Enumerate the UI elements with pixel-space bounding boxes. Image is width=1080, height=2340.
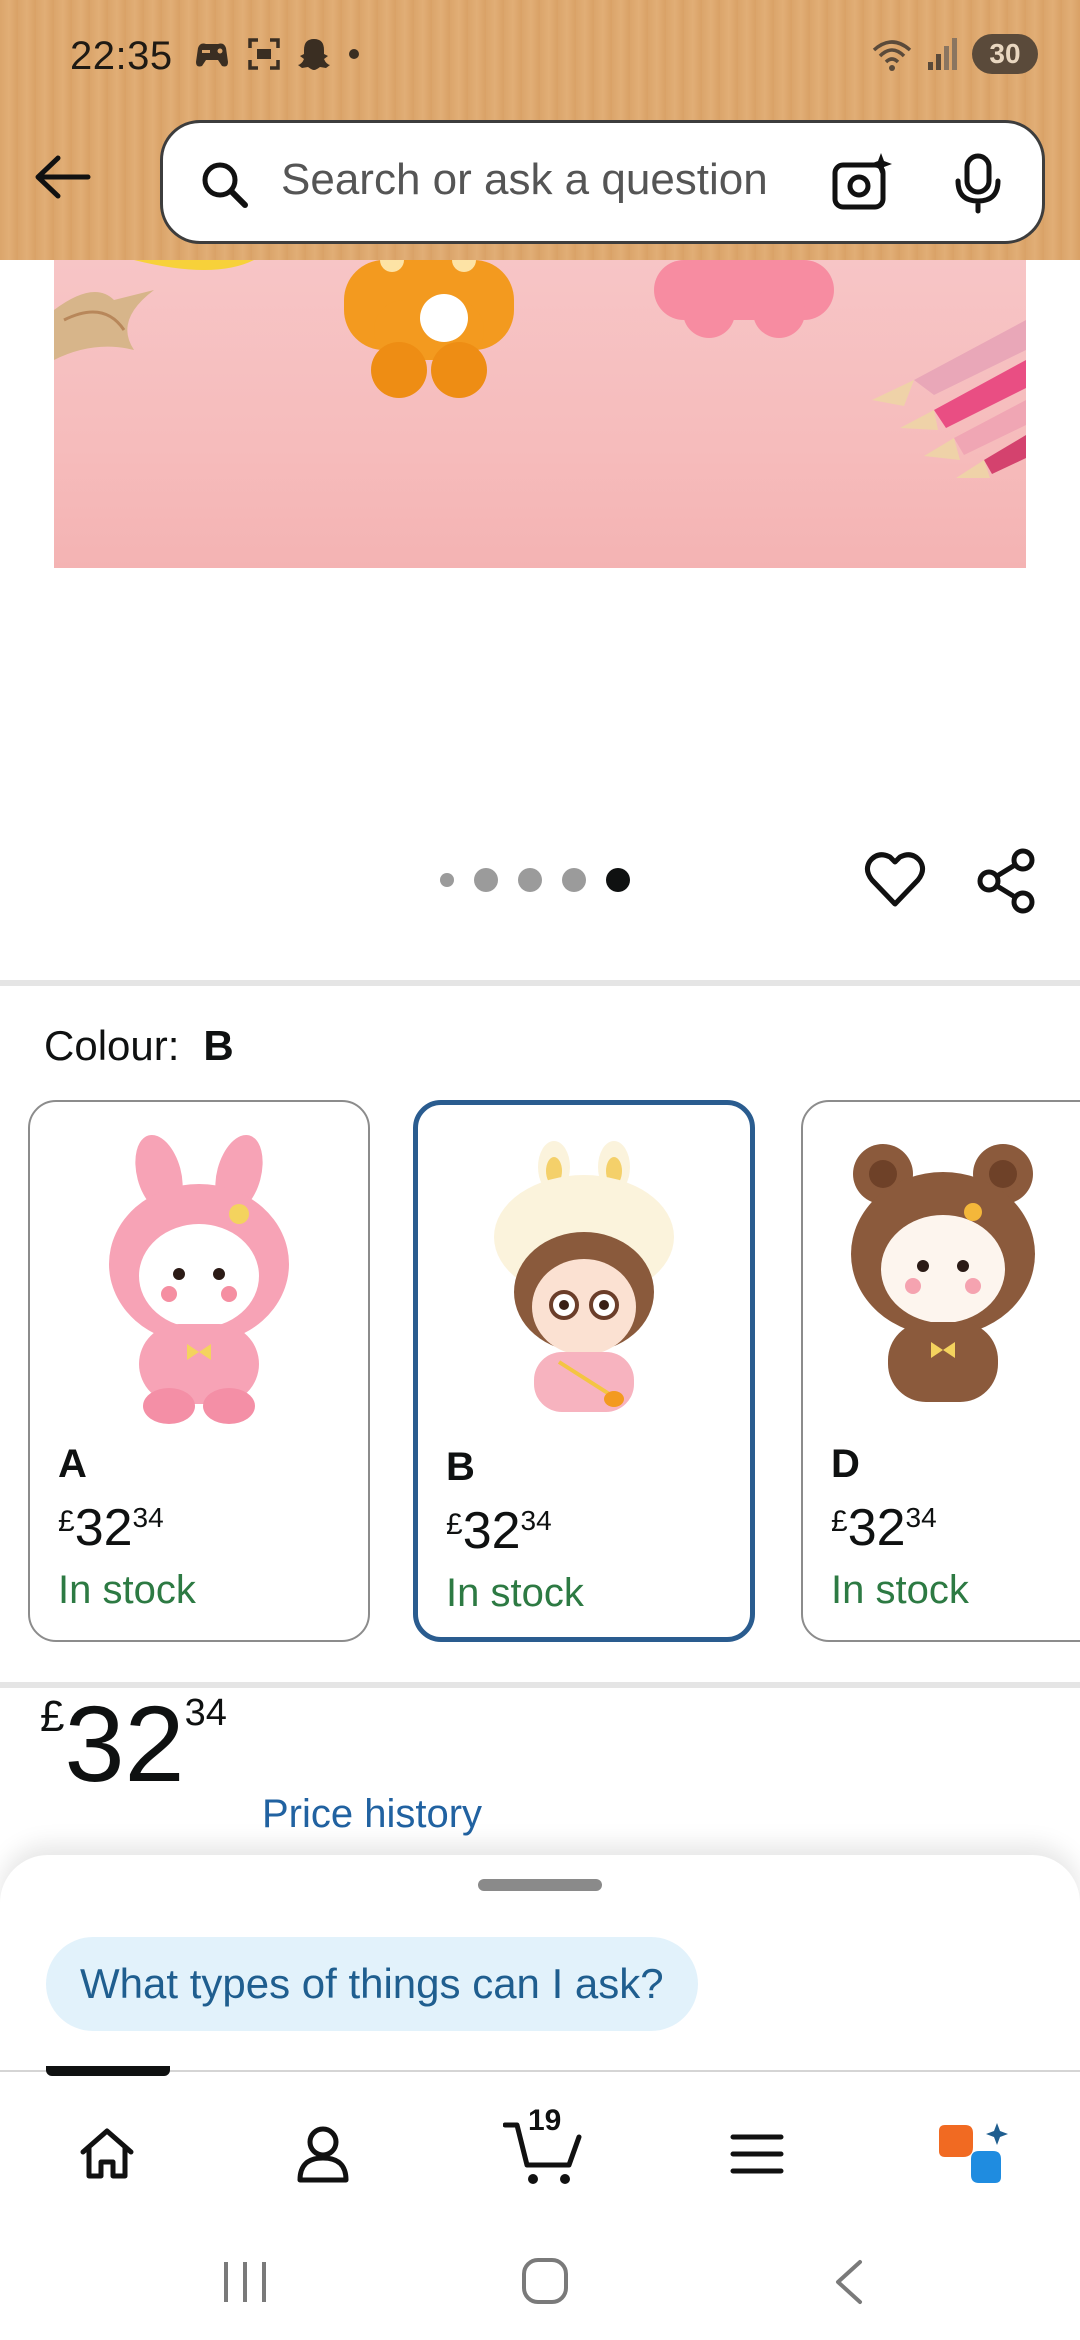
carousel-dot-active: [606, 868, 630, 892]
account-icon: [297, 2126, 349, 2183]
status-icons-right: 30: [870, 34, 1038, 74]
variant-price: £3234: [446, 1501, 552, 1561]
wifi-icon: [872, 40, 912, 71]
heart-icon: [864, 852, 926, 907]
home-system-icon[interactable]: [520, 2256, 570, 2306]
sheet-drag-handle[interactable]: [478, 1879, 602, 1891]
variant-price-fraction: 34: [905, 1502, 937, 1533]
wishlist-button[interactable]: [864, 850, 926, 913]
variant-price-currency: £: [831, 1505, 848, 1538]
product-price: £3234: [40, 1690, 227, 1798]
variant-price-whole: 32: [462, 1502, 521, 1560]
back-arrow-icon: [35, 155, 91, 199]
variant-stock: In stock: [831, 1568, 969, 1612]
variant-price-whole: 32: [847, 1499, 906, 1557]
signal-icon: [928, 38, 957, 70]
carousel-dot: [440, 873, 454, 887]
menu-icon: [730, 2134, 784, 2174]
home-icon: [80, 2128, 134, 2179]
product-image[interactable]: [54, 260, 1026, 568]
variant-name: B: [446, 1445, 475, 1489]
share-icon: [977, 848, 1035, 914]
snapchat-icon: [298, 39, 330, 70]
suggestion-chip[interactable]: What types of things can I ask?: [46, 1937, 698, 2031]
back-system-icon[interactable]: [828, 2258, 868, 2306]
cart-count: 19: [528, 2104, 562, 2137]
variant-stock: In stock: [58, 1568, 196, 1612]
search-bar[interactable]: Search or ask a question: [160, 120, 1045, 244]
price-fraction: 34: [184, 1692, 227, 1734]
product-photo: [54, 260, 1026, 478]
camera-search-icon[interactable]: [831, 151, 893, 213]
nav-menu[interactable]: [712, 2114, 802, 2194]
variant-thumbnail: [109, 1134, 289, 1424]
system-nav-bar: [0, 2220, 1080, 2340]
status-icons-left: [192, 36, 362, 72]
section-divider: [0, 980, 1080, 986]
colour-selected-value: B: [203, 1022, 234, 1069]
nav-rufus[interactable]: [926, 2114, 1016, 2194]
variant-card-b[interactable]: B £3234 In stock: [413, 1100, 755, 1642]
back-button[interactable]: [32, 152, 92, 202]
status-time: 22:35: [70, 34, 173, 78]
variant-card-d[interactable]: D £3234 In stock: [801, 1100, 1080, 1642]
colour-label: Colour: B: [44, 1022, 234, 1070]
rufus-icon: [939, 2123, 1008, 2183]
search-icon: [202, 162, 248, 208]
gamepad-icon: [196, 43, 228, 67]
variant-name: A: [58, 1442, 87, 1486]
colour-label-text: Colour:: [44, 1022, 180, 1069]
carousel-dot: [562, 868, 586, 892]
header: 22:35 30 Search or ask a question: [0, 0, 1080, 260]
active-tab-indicator: [46, 2066, 170, 2076]
variant-thumbnail: [494, 1141, 674, 1412]
variant-price-fraction: 34: [132, 1502, 164, 1533]
nav-home[interactable]: [62, 2114, 152, 2194]
recents-icon[interactable]: [220, 2260, 270, 2304]
assistant-sheet: What types of things can I ask?: [0, 1855, 1080, 2070]
price-whole: 32: [64, 1683, 185, 1804]
dot-icon: [349, 49, 359, 59]
carousel-dot: [474, 868, 498, 892]
variant-price: £3234: [58, 1498, 164, 1558]
variant-card-a[interactable]: A £3234 In stock: [28, 1100, 370, 1642]
variant-name: D: [831, 1442, 860, 1486]
microphone-icon[interactable]: [953, 153, 1003, 215]
carousel-indicator: [440, 868, 630, 892]
nav-account[interactable]: [278, 2114, 368, 2194]
variant-price-currency: £: [446, 1508, 463, 1541]
bottom-nav: 19: [0, 2066, 1080, 2220]
nav-cart[interactable]: 19: [494, 2104, 594, 2194]
battery-badge: 30: [972, 34, 1038, 74]
variant-price-fraction: 34: [520, 1505, 552, 1536]
status-bar: 22:35 30: [0, 0, 1080, 120]
variant-stock: In stock: [446, 1571, 584, 1615]
variant-price-whole: 32: [74, 1499, 133, 1557]
carousel-dot: [518, 868, 542, 892]
share-button[interactable]: [975, 848, 1037, 919]
price-history-link[interactable]: Price history: [262, 1792, 482, 1837]
variant-price-currency: £: [58, 1505, 75, 1538]
price-currency: £: [40, 1692, 65, 1741]
screenshot-icon: [248, 38, 280, 70]
search-input[interactable]: Search or ask a question: [281, 155, 768, 205]
variant-thumbnail: [851, 1144, 1035, 1402]
variant-price: £3234: [831, 1498, 937, 1558]
